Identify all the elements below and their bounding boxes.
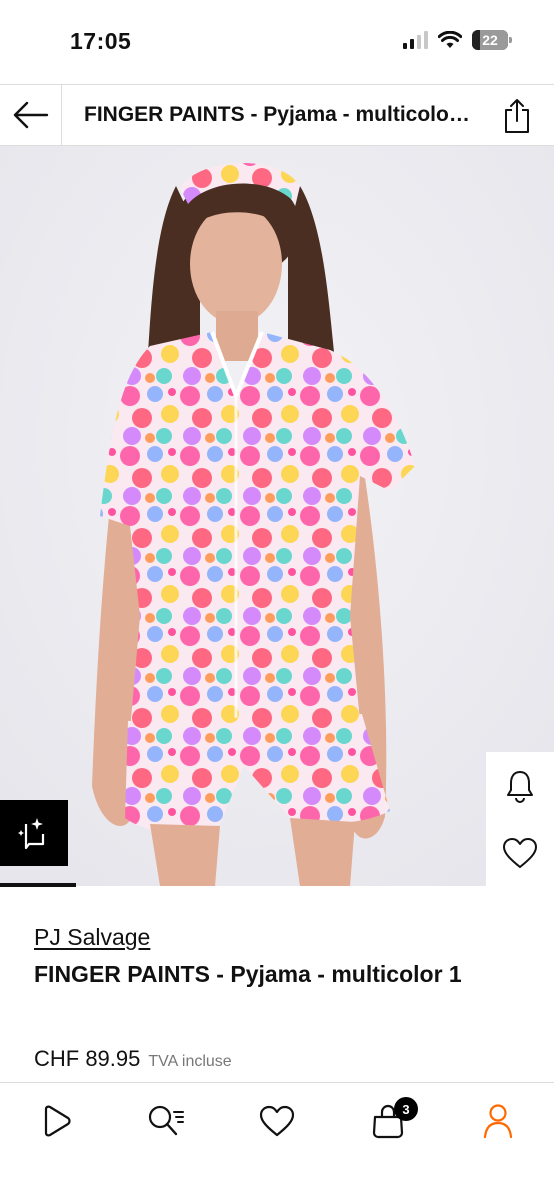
back-button[interactable] [0,85,62,145]
similar-items-button[interactable] [0,800,68,866]
product-image[interactable] [0,146,554,886]
price: CHF 89.95 [34,1046,141,1071]
status-bar: 17:05 22 [0,0,554,84]
status-time: 17:05 [70,28,132,54]
heart-icon [259,1105,295,1137]
status-icons: 22 [403,30,512,50]
arrow-left-icon [13,101,48,129]
search-filter-icon [148,1105,184,1136]
signal-icon [403,31,428,49]
tab-profile[interactable] [476,1101,520,1141]
model-photo [0,146,554,886]
bottom-tab-bar: 3 [0,1082,554,1200]
heart-icon [503,837,537,868]
play-discover-icon [44,1105,71,1137]
tab-search[interactable] [144,1101,188,1141]
image-side-actions [486,752,554,886]
battery-icon: 22 [472,30,512,50]
product-name: FINGER PAINTS - Pyjama - multicolor 1 [34,961,462,987]
bag-count-badge: 3 [394,1097,418,1121]
battery-level: 22 [482,32,498,48]
share-button[interactable] [500,97,534,135]
share-icon [505,99,529,133]
top-navigation-bar: FINGER PAINTS - Pyjama - multicolor 1 [0,84,554,146]
similar-items-icon [18,818,45,850]
vat-note: TVA incluse [148,1053,232,1070]
price-row: CHF 89.95 TVA incluse [34,1046,232,1072]
gallery-progress-indicator [0,883,76,887]
page-title: FINGER PAINTS - Pyjama - multicolor 1 [84,103,474,126]
wishlist-button[interactable] [498,831,542,875]
notify-button[interactable] [498,764,542,808]
wifi-icon [438,31,462,48]
profile-icon [483,1104,513,1139]
tab-wishlist[interactable] [255,1101,299,1141]
bell-icon [507,770,533,803]
brand-link[interactable]: PJ Salvage [34,924,150,951]
tab-discover[interactable] [34,1101,78,1141]
tab-bag[interactable]: 3 [366,1097,418,1141]
